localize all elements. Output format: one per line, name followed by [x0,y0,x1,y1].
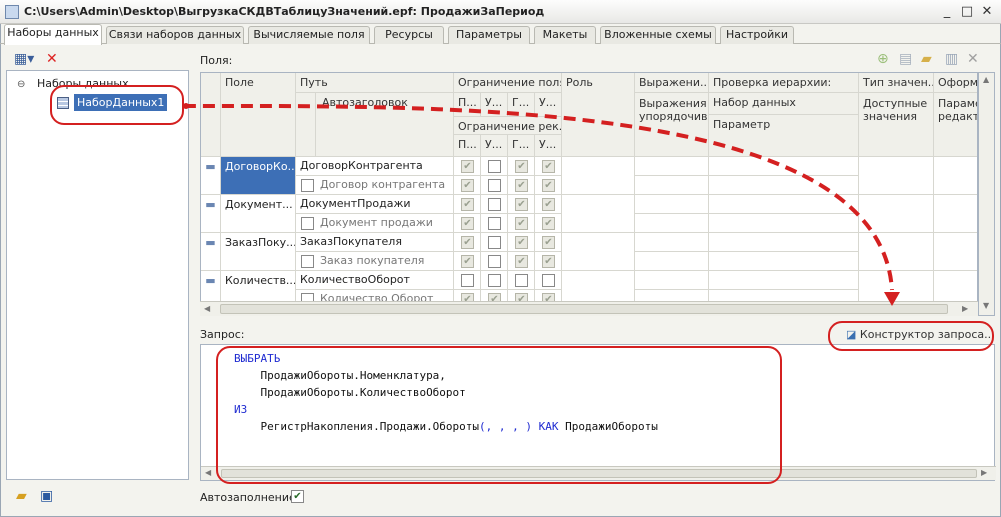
annotation-arrow-head [884,292,900,306]
annotation-arrow-start [183,103,189,109]
annotation-arrow [183,103,900,306]
annotation-arrow-path [183,103,894,291]
